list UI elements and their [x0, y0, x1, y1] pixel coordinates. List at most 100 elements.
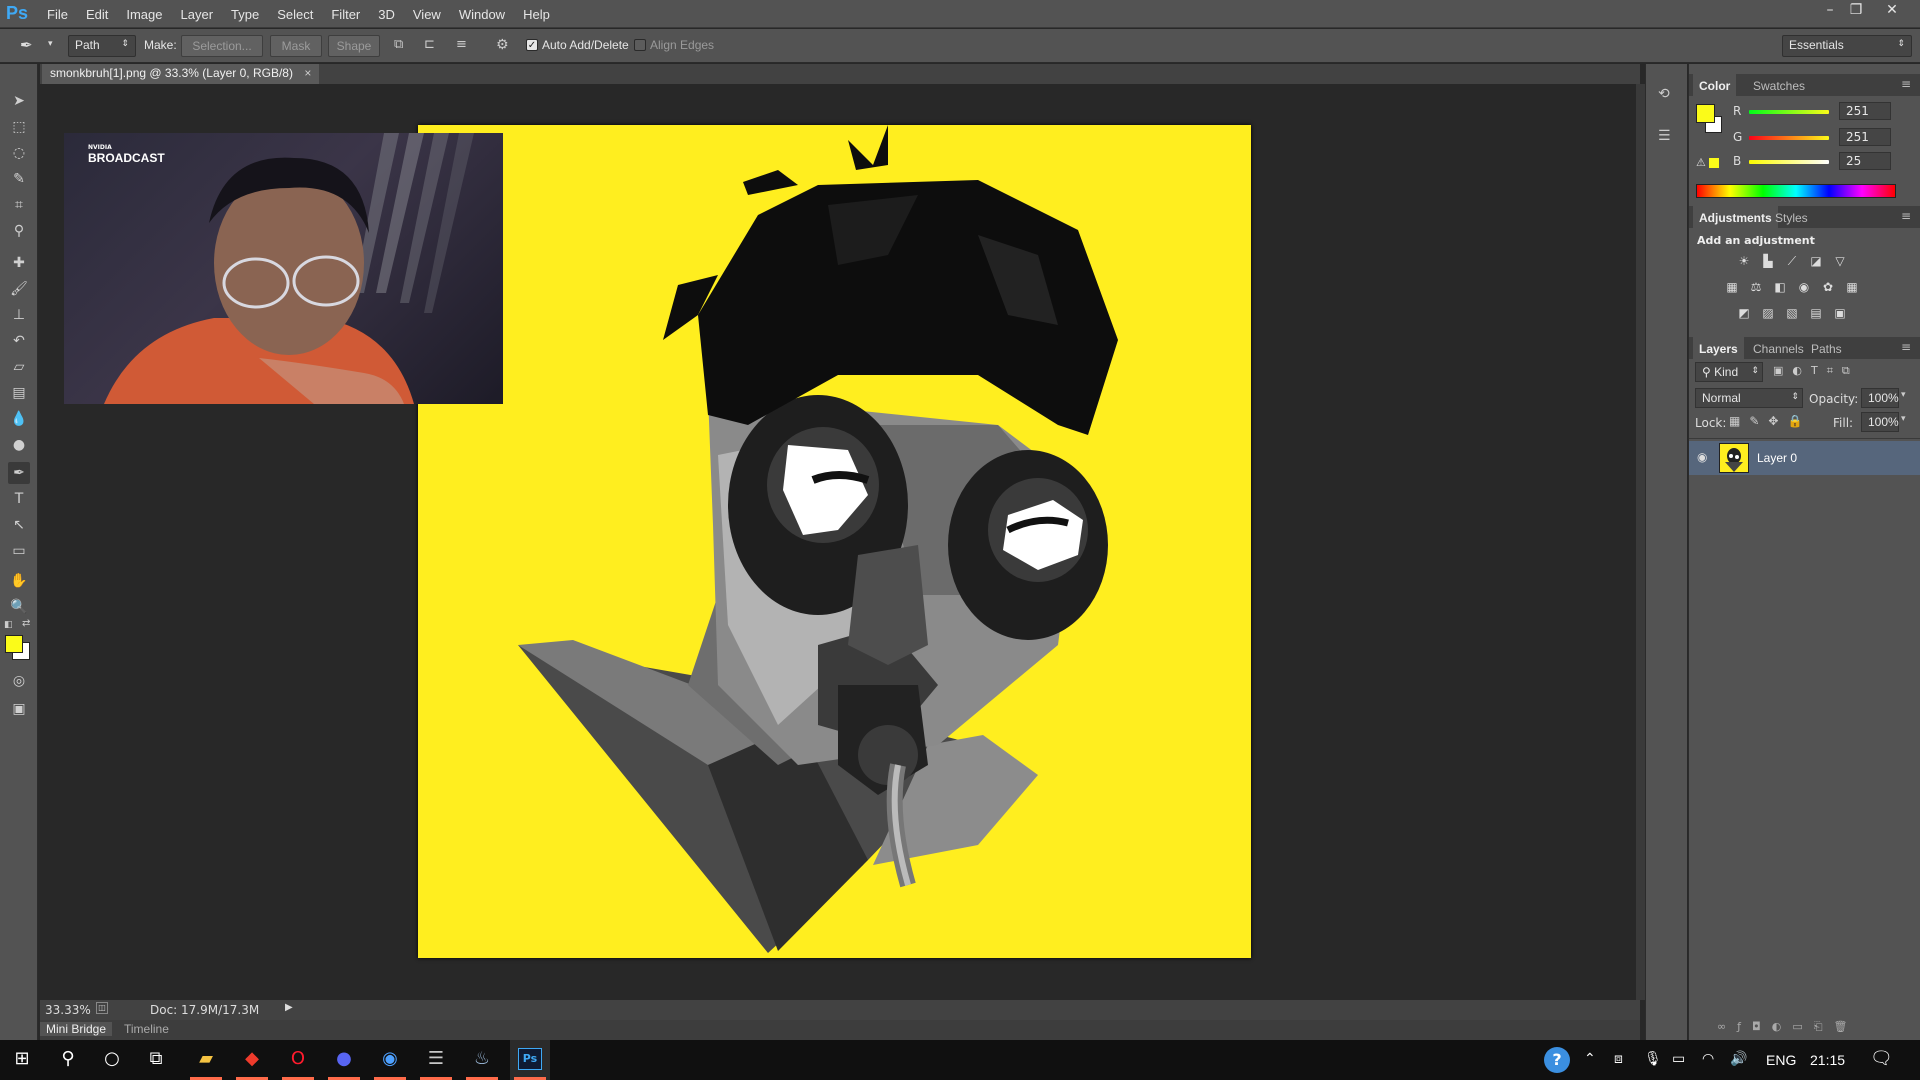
fill-dropdown-icon[interactable]: ▾	[1901, 414, 1906, 424]
clock[interactable]: 21:15	[1810, 1052, 1845, 1068]
shape-button[interactable]: Shape	[328, 35, 380, 57]
app-blue-circle-icon[interactable]: ◉	[376, 1048, 404, 1072]
file-explorer-icon[interactable]: ▰	[192, 1048, 220, 1072]
brush-tool-icon[interactable]: 🖌	[8, 278, 30, 300]
color-lookup-icon[interactable]: ▦	[1843, 280, 1861, 296]
app-red-diamond-icon[interactable]: ◆	[238, 1048, 266, 1072]
minimize-button[interactable]: –	[1816, 2, 1844, 22]
blend-mode-select[interactable]: Normal ⇕	[1695, 388, 1803, 408]
microphone-icon[interactable]: 🎙	[1644, 1050, 1662, 1067]
discord-icon[interactable]: ●	[330, 1048, 358, 1072]
tool-mode-select[interactable]: Path ⇕	[68, 35, 136, 57]
notifications-icon[interactable]: 🗨	[1870, 1048, 1893, 1069]
battery-icon[interactable]: ▭	[1672, 1050, 1685, 1067]
curves-icon[interactable]: ⟋	[1783, 254, 1801, 270]
menu-view[interactable]: View	[404, 7, 450, 22]
chevron-down-icon[interactable]: ▾	[48, 39, 53, 49]
r-value[interactable]: 251	[1839, 102, 1891, 120]
cortana-icon[interactable]: ○	[98, 1048, 126, 1072]
close-button[interactable]: ✕	[1878, 2, 1906, 22]
menu-image[interactable]: Image	[117, 7, 171, 22]
tab-adjustments[interactable]: Adjustments	[1693, 206, 1778, 228]
gradient-map-icon[interactable]: ▤	[1807, 306, 1825, 322]
posterize-icon[interactable]: ▨	[1759, 306, 1777, 322]
zoom-tool-icon[interactable]: 🔍	[8, 596, 30, 618]
invert-icon[interactable]: ◩	[1735, 306, 1753, 322]
properties-panel-icon[interactable]: ☰	[1658, 128, 1671, 144]
menu-type[interactable]: Type	[222, 7, 268, 22]
wifi-icon[interactable]: ◠	[1702, 1050, 1714, 1067]
path-alignment-icon[interactable]: ⊏	[424, 37, 442, 55]
gear-icon[interactable]: ⚙	[496, 37, 514, 55]
move-tool-icon[interactable]: ➤	[8, 90, 30, 112]
rectangle-tool-icon[interactable]: ▭	[8, 540, 30, 562]
tab-channels[interactable]: Channels	[1747, 340, 1810, 358]
crop-tool-icon[interactable]: ⌗	[8, 194, 30, 216]
channel-mixer-icon[interactable]: ✿	[1819, 280, 1837, 296]
gradient-tool-icon[interactable]: ▤	[8, 382, 30, 404]
selection-button[interactable]: Selection...	[181, 35, 263, 57]
document-canvas[interactable]	[418, 125, 1251, 958]
menu-select[interactable]: Select	[268, 7, 322, 22]
eye-icon[interactable]: ◉	[1697, 450, 1707, 464]
workspace-select[interactable]: Essentials ⇕	[1782, 35, 1912, 57]
quick-mask-icon[interactable]: ◎	[8, 670, 30, 692]
tab-swatches[interactable]: Swatches	[1747, 77, 1811, 95]
path-operations-icon[interactable]: ⧉	[394, 37, 412, 55]
panel-menu-icon[interactable]: ≡	[1901, 77, 1911, 91]
healing-brush-tool-icon[interactable]: ✚	[8, 252, 30, 274]
color-balance-icon[interactable]: ⚖	[1747, 280, 1765, 296]
device-tray-icon[interactable]: ⧈	[1614, 1050, 1623, 1067]
auto-add-delete-checkbox[interactable]: ✓	[526, 39, 538, 51]
status-info-icon[interactable]: ◫	[96, 1002, 108, 1014]
tab-paths[interactable]: Paths	[1805, 340, 1848, 358]
foreground-color-swatch[interactable]	[5, 635, 23, 653]
brightness-icon[interactable]: ☀	[1735, 254, 1753, 270]
blur-tool-icon[interactable]: 💧	[8, 408, 30, 430]
search-icon[interactable]: ⚲	[54, 1048, 82, 1072]
vibrance-icon[interactable]: ▽	[1831, 254, 1849, 270]
default-colors-icon[interactable]: ◧	[4, 620, 13, 630]
align-edges-checkbox[interactable]	[634, 39, 646, 51]
layer-filter-icons[interactable]: ▣◐T⌗⧉	[1773, 364, 1859, 378]
help-tray-icon[interactable]: ?	[1544, 1047, 1570, 1073]
menu-filter[interactable]: Filter	[322, 7, 369, 22]
fill-input[interactable]: 100%	[1861, 412, 1899, 432]
vertical-scrollbar[interactable]	[1636, 84, 1645, 1000]
windows-start-icon[interactable]: ⊞	[8, 1048, 36, 1072]
g-slider[interactable]	[1749, 136, 1829, 140]
app-stripes-icon[interactable]: ☰	[422, 1048, 450, 1072]
fg-color-chip[interactable]	[1696, 104, 1715, 123]
layer-filter-select[interactable]: ⚲ Kind ⇕	[1695, 362, 1763, 382]
menu-edit[interactable]: Edit	[77, 7, 117, 22]
g-value[interactable]: 251	[1839, 128, 1891, 146]
photoshop-taskbar-icon[interactable]: Ps	[518, 1048, 542, 1070]
exposure-icon[interactable]: ◪	[1807, 254, 1825, 270]
gamut-warning-icon[interactable]: ⚠	[1696, 156, 1706, 169]
steam-icon[interactable]: ♨	[468, 1048, 496, 1072]
close-document-icon[interactable]: ×	[304, 66, 311, 80]
selective-color-icon[interactable]: ▣	[1831, 306, 1849, 322]
opacity-dropdown-icon[interactable]: ▾	[1901, 390, 1906, 400]
quick-select-tool-icon[interactable]: ✎	[8, 168, 30, 190]
lock-icons[interactable]: ▦✎✥🔒	[1729, 414, 1811, 428]
b-slider[interactable]	[1749, 160, 1829, 164]
screen-mode-icon[interactable]: ▣	[8, 698, 30, 720]
lasso-tool-icon[interactable]: ◌	[8, 142, 30, 164]
document-tab[interactable]: smonkbruh[1].png @ 33.3% (Layer 0, RGB/8…	[42, 64, 320, 84]
pen-tool-preset-icon[interactable]: ✒	[20, 36, 42, 56]
volume-icon[interactable]: 🔊	[1730, 1050, 1747, 1067]
photo-filter-icon[interactable]: ◉	[1795, 280, 1813, 296]
tab-layers[interactable]: Layers	[1693, 337, 1744, 359]
status-menu-arrow-icon[interactable]: ▶	[285, 1002, 293, 1013]
history-brush-tool-icon[interactable]: ↶	[8, 330, 30, 352]
tab-color[interactable]: Color	[1693, 74, 1737, 96]
r-slider[interactable]	[1749, 110, 1829, 114]
bw-icon[interactable]: ◧	[1771, 280, 1789, 296]
hue-sat-icon[interactable]: ▦	[1723, 280, 1741, 296]
language-indicator[interactable]: ENG	[1766, 1052, 1796, 1068]
dodge-tool-icon[interactable]: ●	[8, 434, 30, 456]
clone-stamp-tool-icon[interactable]: ⊥	[8, 304, 30, 326]
zoom-level[interactable]: 33.33%	[45, 1003, 91, 1017]
tab-mini-bridge[interactable]: Mini Bridge	[40, 1022, 113, 1036]
